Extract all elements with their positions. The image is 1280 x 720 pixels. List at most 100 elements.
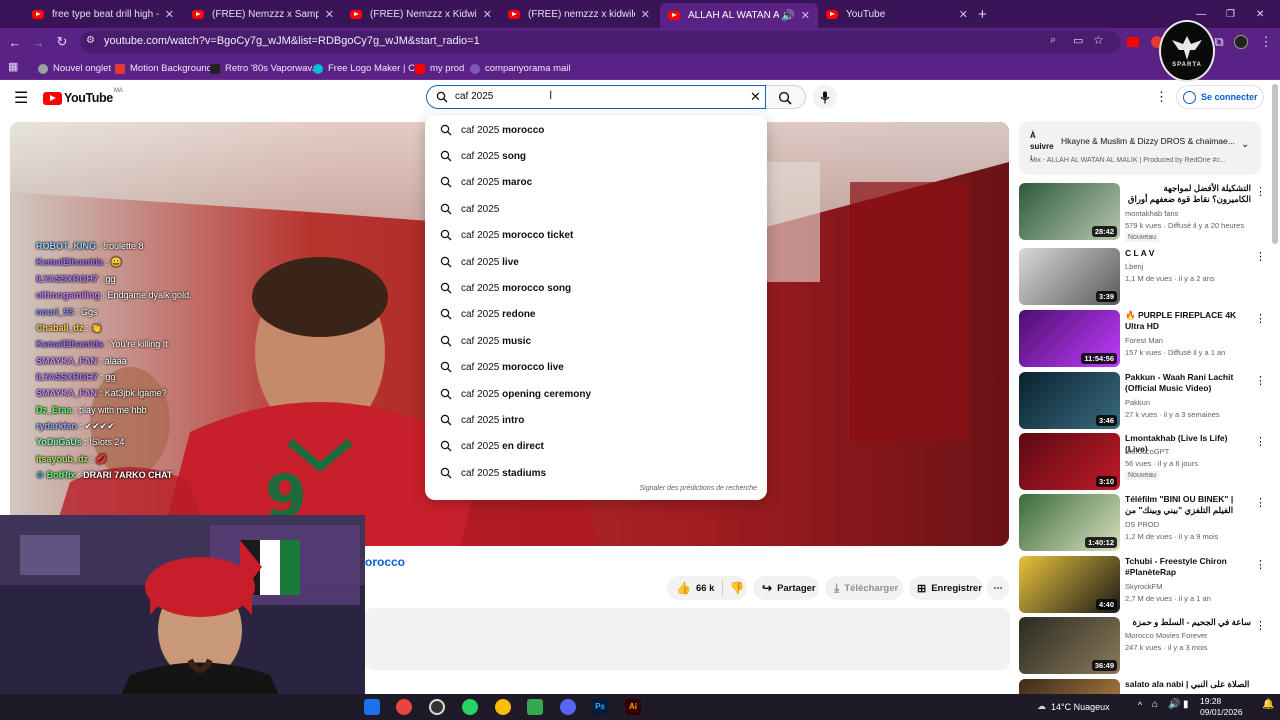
more-options-icon[interactable]: ⋮ [1255, 185, 1266, 198]
page-scrollbar[interactable] [1272, 84, 1278, 244]
apps-grid-icon[interactable]: ▦ [8, 60, 18, 73]
outlook-icon[interactable] [364, 699, 380, 715]
suggestion-item[interactable]: caf 2025 maroc [425, 169, 767, 195]
more-options-icon[interactable]: ⋮ [1255, 496, 1266, 509]
minimize-button[interactable]: — [1196, 4, 1216, 24]
close-tab-icon[interactable]: ✕ [641, 8, 650, 21]
video-description-box[interactable] [365, 608, 1010, 670]
close-tab-icon[interactable]: ✕ [165, 8, 174, 21]
close-tab-icon[interactable]: ✕ [325, 8, 334, 21]
suggestion-item[interactable]: caf 2025 music [425, 328, 767, 354]
video-thumbnail[interactable]: 1:40:12 [1019, 494, 1120, 551]
video-thumbnail[interactable]: 11:54:56 [1019, 310, 1120, 367]
suggestion-item[interactable]: caf 2025 [425, 196, 767, 222]
download-button[interactable]: ⤓ Télécharger [825, 576, 903, 600]
settings-more-icon[interactable]: ⋮ [1155, 89, 1168, 105]
back-icon[interactable]: ← [4, 28, 26, 56]
more-options-icon[interactable]: ⋮ [1255, 250, 1266, 263]
profile-icon[interactable] [1230, 28, 1252, 56]
browser-tab[interactable]: YouTube ✕ [818, 4, 976, 24]
browser-tab-active[interactable]: ALLAH AL WATAN AL MALIK🔊✕ [660, 3, 818, 28]
close-window-button[interactable]: ✕ [1256, 4, 1276, 24]
suggestion-item[interactable]: caf 2025 intro [425, 407, 767, 433]
report-predictions-link[interactable]: Signaler des prédictions de recherche [639, 485, 757, 492]
address-bar[interactable]: ⚙ youtube.com/watch?v=BgoCy7g_wJM&list=R… [80, 31, 1120, 53]
more-options-icon[interactable]: ⋮ [1255, 312, 1266, 325]
recommendation-item[interactable]: 3:10 Lmontakhab (Live Is Life) (Live) Mo… [1019, 433, 1269, 491]
notifications-icon[interactable]: 🔔 [1262, 699, 1274, 710]
bookmark-item[interactable]: Motion Background [115, 61, 212, 76]
suggestion-item[interactable]: caf 2025 live [425, 249, 767, 275]
like-count[interactable]: 66 k [696, 583, 715, 594]
site-info-icon[interactable]: ⚙ [86, 35, 95, 46]
recommendation-item[interactable]: 3:46 Pakkun - Waah Rani Lachit (Official… [1019, 372, 1269, 430]
up-next-panel[interactable]: À suivre : Hkayne & Muslim & Dizzy DROS … [1019, 121, 1261, 175]
bookmark-item[interactable]: companyorama mail [470, 61, 571, 76]
discord-icon[interactable] [560, 699, 576, 715]
browser-tab[interactable]: (FREE) nemzzz x kidwild type bea✕ [500, 4, 658, 24]
video-thumbnail[interactable]: 4:40 [1019, 556, 1120, 613]
save-button[interactable]: ⊞ Enregistrer [909, 576, 983, 600]
youtube-extension-icon[interactable] [1122, 28, 1144, 56]
suggestion-item[interactable]: caf 2025 morocco live [425, 354, 767, 380]
suggestion-item[interactable]: caf 2025 morocco ticket [425, 222, 767, 248]
zoom-icon[interactable]: ⌕ [1050, 34, 1056, 47]
recommendation-item[interactable]: 4:40 Tchubi - Freestyle Chiron #PlanèteR… [1019, 556, 1269, 614]
restore-button[interactable]: ❐ [1226, 4, 1246, 24]
recommendation-item[interactable]: 28:42 التشكيلة الأفضل لمواجهة الكاميرون؟… [1019, 183, 1269, 242]
recommendation-item[interactable]: 3:39 C L A V Lbenj 1,1 M de vues · il y … [1019, 248, 1269, 306]
dislike-icon[interactable]: 👎 [729, 581, 744, 595]
browser-tab[interactable]: (FREE) Nemzzz x Sample x Hoody✕ [184, 4, 342, 24]
close-tab-icon[interactable]: ✕ [959, 8, 968, 21]
hamburger-menu-icon[interactable]: ☰ [14, 88, 28, 108]
tray-chevron-icon[interactable]: ^ [1138, 700, 1142, 710]
browser-tab[interactable]: free type beat drill high - YouTube✕ [24, 4, 182, 24]
recommendation-item[interactable]: 1:40:12 Téléfilm "BINI OU BINEK" | الفيل… [1019, 494, 1269, 552]
suggestion-item[interactable]: caf 2025 morocco [425, 117, 767, 143]
bookmark-item[interactable]: Free Logo Maker | C... [313, 61, 423, 76]
play-icon[interactable] [527, 699, 543, 715]
bookmark-item[interactable]: Nouvel onglet [38, 61, 111, 76]
forward-icon[interactable]: → [27, 28, 49, 56]
suggestion-item[interactable]: caf 2025 redone [425, 301, 767, 327]
signin-button[interactable]: Se connecter [1176, 85, 1264, 109]
close-tab-icon[interactable]: ✕ [483, 8, 492, 21]
video-title-link[interactable]: orocco [365, 555, 405, 569]
video-thumbnail[interactable]: 28:42 [1019, 183, 1120, 240]
search-input[interactable]: caf 2025 [455, 91, 493, 102]
video-thumbnail[interactable]: 3:39 [1019, 248, 1120, 305]
video-thumbnail[interactable]: 3:10 [1019, 433, 1120, 490]
obs-icon[interactable] [429, 699, 445, 715]
close-tab-icon[interactable]: ✕ [801, 9, 810, 22]
clear-search-icon[interactable]: ✕ [750, 89, 761, 105]
browser-tab[interactable]: (FREE) Nemzzz x Kidwild x Hoody✕ [342, 4, 500, 24]
clock-date[interactable]: 09/01/2026 [1200, 707, 1243, 717]
menu-icon[interactable]: ⋮ [1255, 28, 1277, 56]
suggestion-item[interactable]: caf 2025 opening ceremony [425, 381, 767, 407]
volume-icon[interactable]: 🔊 [1168, 699, 1180, 710]
more-options-icon[interactable]: ⋮ [1255, 435, 1266, 448]
recommendation-item[interactable]: salato ala nabi | الصلاة على النبي - [1019, 679, 1269, 694]
video-thumbnail[interactable]: 3:46 [1019, 372, 1120, 429]
suggestion-item[interactable]: caf 2025 stadiums [425, 460, 767, 486]
bookmark-item[interactable]: Retro '80s Vaporwav... [210, 61, 319, 76]
bookmark-item[interactable]: my prod [415, 61, 464, 76]
search-box[interactable]: caf 2025 ✕ [426, 85, 766, 109]
audio-icon[interactable]: 🔊 [781, 9, 795, 22]
more-options-icon[interactable]: ⋮ [1255, 374, 1266, 387]
reload-icon[interactable]: ↻ [51, 28, 73, 56]
battery-icon[interactable]: ▮ [1183, 699, 1189, 710]
new-tab-button[interactable]: + [978, 4, 1000, 24]
whatsapp-icon[interactable] [462, 699, 478, 715]
youtube-logo[interactable]: YouTube MA [43, 88, 123, 105]
illustrator-icon[interactable]: Ai [625, 699, 641, 715]
bookmark-star-icon[interactable]: ☆ [1093, 33, 1104, 47]
chrome-icon-2[interactable] [495, 699, 511, 715]
weather-widget[interactable]: ☁ 14°C Nuageux [1037, 701, 1110, 712]
share-button[interactable]: ↪ Partager [753, 576, 819, 600]
more-options-icon[interactable]: ⋮ [1255, 558, 1266, 571]
chrome-icon[interactable] [396, 699, 412, 715]
like-icon[interactable]: 👍 [676, 581, 691, 595]
voice-search-button[interactable] [813, 85, 837, 109]
more-options-icon[interactable]: ⋮ [1255, 619, 1266, 632]
